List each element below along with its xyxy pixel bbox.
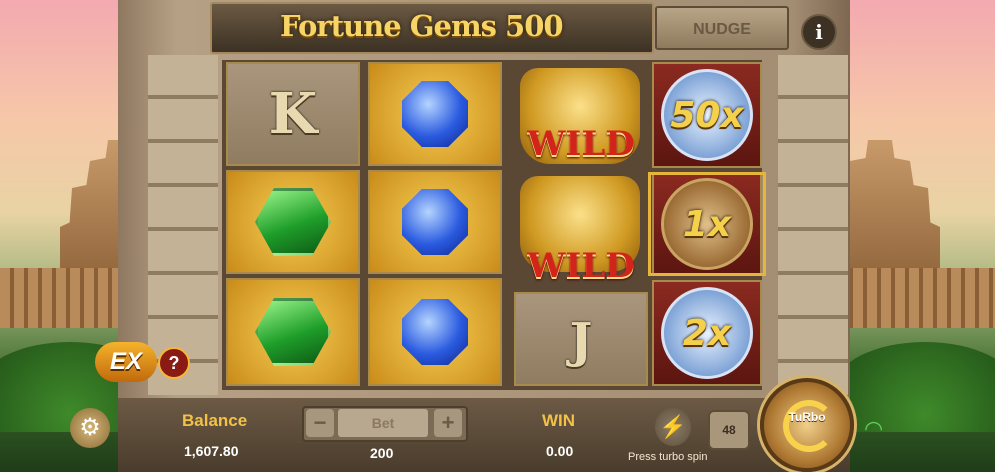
nudge-panel: NUDGE xyxy=(655,6,789,50)
reel-1-row-2-symbol-emerald xyxy=(226,170,360,274)
reel-3-row-3-symbol-j: J xyxy=(514,292,648,386)
wifi-icon: ◠ xyxy=(864,416,884,441)
right-pillar xyxy=(778,55,848,395)
multiplier-50x-coin: 50x xyxy=(661,69,753,161)
reel-1-row-1-symbol-k: K xyxy=(226,62,360,166)
payline-highlight-frame xyxy=(648,172,766,276)
reel-3-row-1-symbol-wild: WILD xyxy=(506,62,656,170)
reel-2-row-2-symbol-sapphire xyxy=(368,170,502,274)
spin-button[interactable]: TuRbo xyxy=(760,378,854,472)
wild-label: WILD xyxy=(527,124,635,164)
auto-spin-button[interactable]: 48 xyxy=(708,410,750,450)
reel-4-row-1-multiplier: 50x xyxy=(652,62,762,168)
sapphire-gem-icon xyxy=(402,299,468,365)
balance-label: Balance xyxy=(182,411,248,430)
settings-gear-icon[interactable]: ⚙ xyxy=(70,408,110,448)
emerald-gem-icon xyxy=(255,188,331,256)
bet-decrease-button[interactable]: − xyxy=(306,409,334,437)
sapphire-gem-icon xyxy=(402,81,468,147)
reel-2-row-3-symbol-sapphire xyxy=(368,278,502,386)
turbo-hint-text: Press turbo spin xyxy=(628,451,708,463)
reel-2-row-1-symbol-sapphire xyxy=(368,62,502,166)
left-pillar xyxy=(148,55,218,395)
game-logo: Fortune Gems 500 xyxy=(280,9,564,43)
symbol-k-letter: K xyxy=(268,81,318,147)
extra-bet-help-button[interactable]: ? xyxy=(158,347,190,379)
lightning-bolt-icon[interactable]: ⚡ xyxy=(655,408,691,446)
reel-4-row-3-multiplier: 2x xyxy=(652,280,762,386)
right-foliage xyxy=(835,342,995,432)
emerald-gem-icon xyxy=(255,298,331,366)
info-icon[interactable]: i xyxy=(801,14,837,50)
extra-bet-button[interactable]: EX xyxy=(95,342,157,382)
win-value: 0.00 xyxy=(546,443,574,459)
reel-1-row-3-symbol-emerald xyxy=(226,278,360,386)
balance-value: 1,607.80 xyxy=(184,443,239,459)
right-balustrade xyxy=(825,268,995,328)
bet-value: 200 xyxy=(370,445,394,461)
symbol-j-letter: J xyxy=(569,313,593,369)
wild-label: WILD xyxy=(527,246,635,286)
multiplier-2x-coin: 2x xyxy=(661,287,753,379)
reel-3-row-2-symbol-wild: WILD xyxy=(506,170,656,290)
turbo-spin-label: TuRbo xyxy=(788,410,826,424)
sapphire-gem-icon xyxy=(402,189,468,255)
win-label: WIN xyxy=(542,411,576,430)
bet-increase-button[interactable]: + xyxy=(434,409,462,437)
bet-label: Bet xyxy=(338,409,428,437)
spin-arrow-icon xyxy=(783,400,835,452)
